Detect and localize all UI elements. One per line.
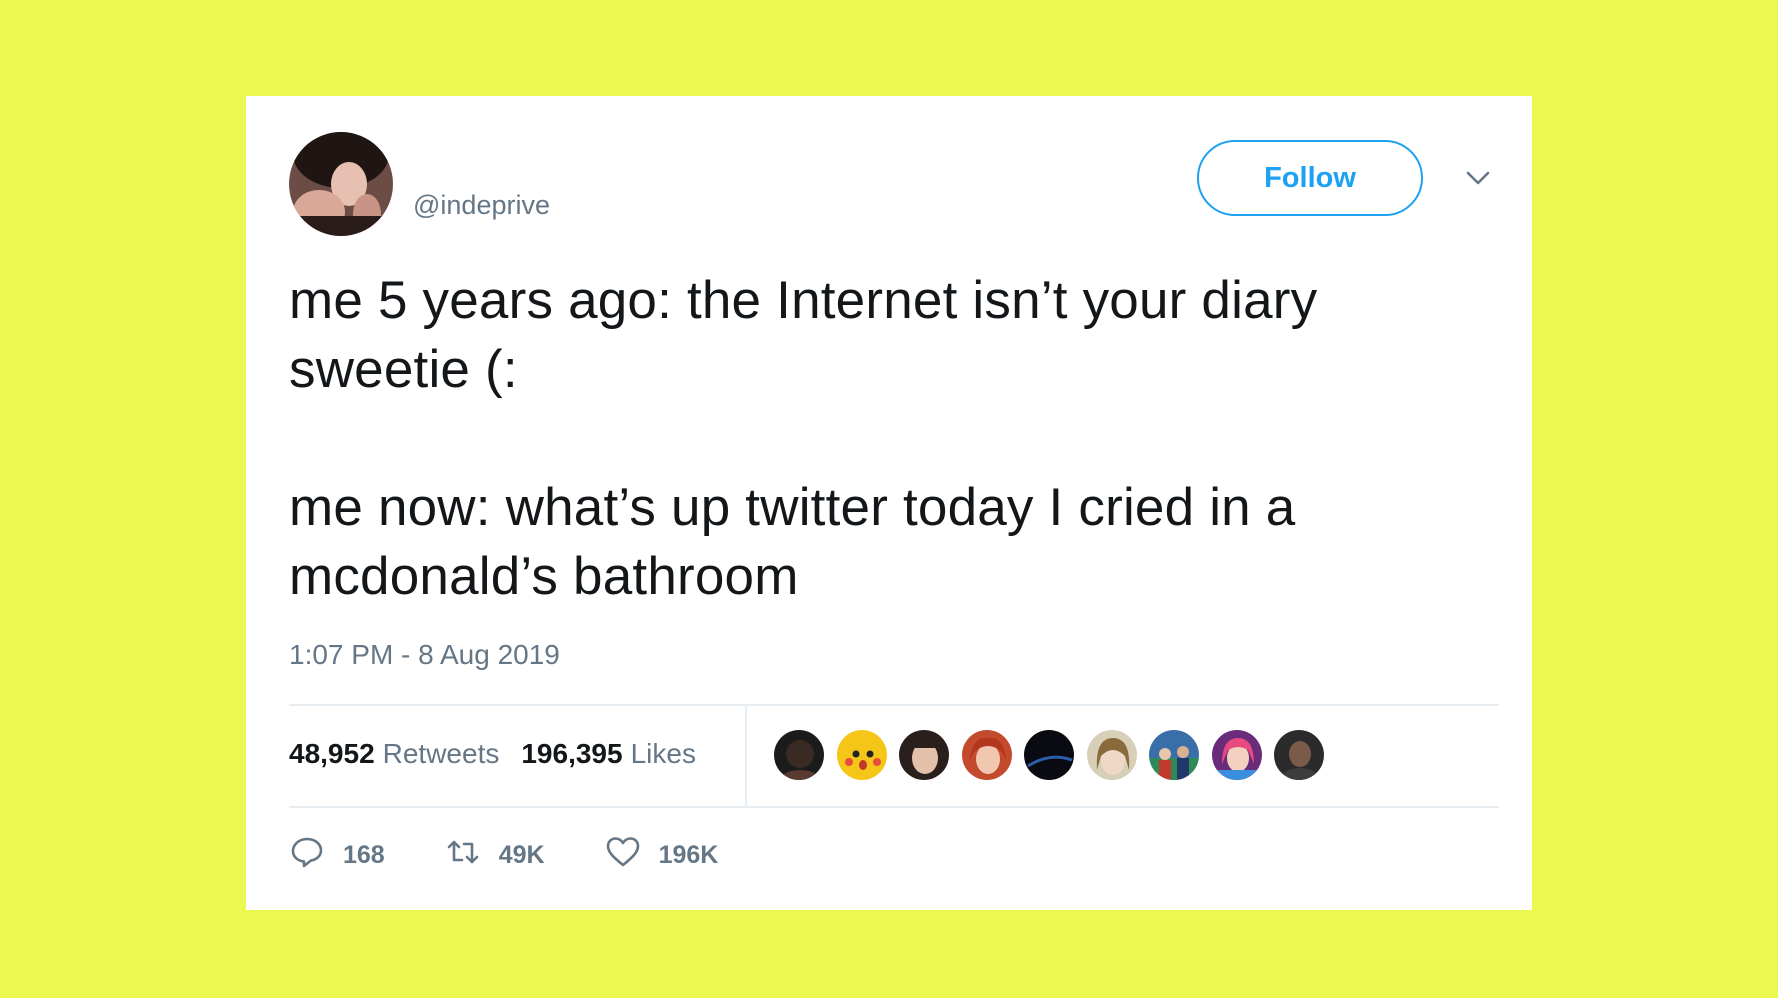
liker-avatar[interactable] <box>960 729 1013 781</box>
tweet-text: me 5 years ago: the Internet isn’t your … <box>289 266 1509 611</box>
retweet-stat[interactable]: 48,952 Retweets <box>289 738 499 770</box>
liker-avatar[interactable] <box>835 729 888 781</box>
avatar[interactable] <box>289 132 393 236</box>
liker-avatar[interactable] <box>1148 729 1200 781</box>
stats-separator <box>745 706 747 806</box>
user-handle[interactable]: @indeprive <box>413 190 550 221</box>
tweet-actions: 168 49K 196K <box>289 830 718 880</box>
heart-icon <box>605 834 641 877</box>
liker-avatar[interactable] <box>1210 729 1263 781</box>
like-count: 196,395 <box>521 738 623 769</box>
tweet-text-line: me now: what’s up twitter today I cried … <box>289 478 1296 537</box>
divider <box>289 806 1499 808</box>
liker-avatar[interactable] <box>1273 729 1325 781</box>
like-action-count: 196K <box>658 840 719 869</box>
liker-avatars <box>773 729 1336 781</box>
reply-count: 168 <box>343 840 385 869</box>
tweet-text-line <box>289 404 1509 473</box>
tweet-timestamp[interactable]: 1:07 PM - 8 Aug 2019 <box>289 639 560 671</box>
liker-avatar[interactable] <box>1085 729 1138 781</box>
tweet-text-line: mcdonald’s bathroom <box>289 547 799 606</box>
liker-avatar[interactable] <box>773 729 825 781</box>
retweet-label: Retweets <box>382 738 500 769</box>
tweet-text-line: sweetie (: <box>289 340 518 399</box>
tweet-text-line: me 5 years ago: the Internet isn’t your … <box>289 271 1318 330</box>
chevron-down-icon[interactable] <box>1462 162 1494 194</box>
reply-icon <box>289 834 325 877</box>
follow-button[interactable]: Follow <box>1197 140 1423 216</box>
retweet-action-count: 49K <box>498 840 545 869</box>
liker-avatar[interactable] <box>1023 729 1075 781</box>
tweet-stats: 48,952 Retweets 196,395 Likes <box>289 704 718 804</box>
liker-avatar[interactable] <box>898 729 950 781</box>
reply-action[interactable]: 168 <box>289 834 385 877</box>
retweet-count: 48,952 <box>289 738 375 769</box>
like-label: Likes <box>630 738 696 769</box>
tweet-card: @indeprive Follow me 5 years ago: the In… <box>246 96 1532 910</box>
retweet-icon <box>445 834 481 877</box>
like-stat[interactable]: 196,395 Likes <box>521 738 696 770</box>
like-action[interactable]: 196K <box>605 834 719 877</box>
retweet-action[interactable]: 49K <box>445 834 545 877</box>
